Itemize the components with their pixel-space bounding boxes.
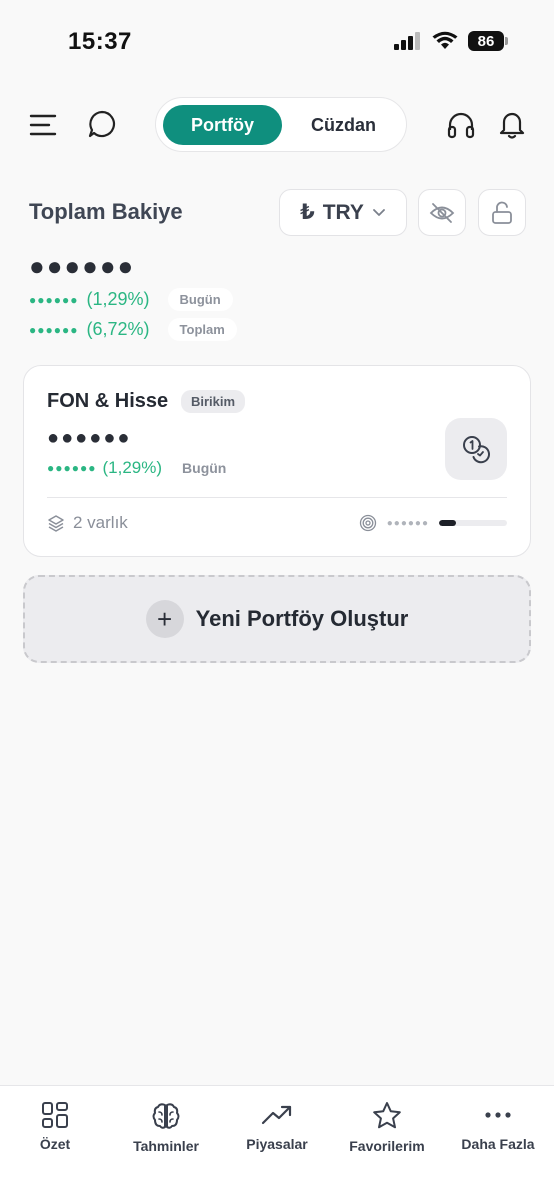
tab-label: Özet	[39, 1136, 71, 1152]
plus-icon: +	[145, 600, 184, 638]
chevron-down-icon	[373, 208, 385, 216]
change-masked-amount: ●●●●●●	[29, 322, 79, 337]
layers-icon	[48, 515, 64, 532]
change-percent: (1,29%)	[102, 458, 163, 477]
coins-icon	[463, 436, 490, 464]
tab-predictions[interactable]: Tahminler	[111, 1100, 221, 1154]
asset-count-label: 2 varlık	[73, 513, 128, 532]
tab-label: Tahminler	[133, 1138, 199, 1154]
tab-label: Piyasalar	[246, 1136, 308, 1152]
goal-progress-fill	[439, 520, 456, 526]
unlock-icon	[492, 201, 512, 224]
battery-indicator: 86	[468, 31, 508, 51]
tab-label: Daha Fazla	[461, 1136, 535, 1152]
portfolio-coins-button[interactable]	[445, 418, 507, 480]
portfolio-wallet-toggle: Portföy Cüzdan	[155, 97, 407, 152]
card-divider	[47, 497, 507, 498]
period-badge: Toplam	[167, 318, 237, 341]
tab-favorites[interactable]: Favorilerim	[332, 1100, 442, 1154]
asset-count: 2 varlık	[47, 513, 128, 533]
battery-level: 86	[468, 31, 504, 51]
brain-icon	[152, 1103, 180, 1129]
headphones-icon	[447, 112, 475, 139]
grid-icon	[42, 1102, 68, 1128]
status-icons: 86	[394, 31, 508, 51]
period-label: Bugün	[182, 460, 227, 476]
change-masked-amount: ●●●●●●	[47, 461, 97, 475]
more-icon	[485, 1112, 511, 1118]
create-portfolio-label: Yeni Portföy Oluştur	[195, 606, 409, 631]
change-percent: (1,29%)	[86, 289, 150, 309]
star-icon	[373, 1102, 401, 1129]
trending-up-icon	[261, 1105, 292, 1125]
notifications-button[interactable]	[496, 108, 528, 140]
bell-icon	[499, 112, 525, 139]
top-header: Portföy Cüzdan	[0, 97, 554, 153]
hide-balance-button[interactable]	[418, 189, 466, 236]
balance-change-total: ●●●●●● (6,72%) Toplam	[29, 318, 237, 341]
change-masked-amount: ●●●●●●	[29, 292, 79, 307]
support-button[interactable]	[445, 109, 477, 141]
portfolio-change: ●●●●●● (1,29%) Bugün	[47, 458, 226, 478]
chat-button[interactable]	[86, 108, 118, 140]
balance-masked-value: ●●●●●●	[29, 251, 136, 281]
status-bar: 15:37 86	[0, 0, 554, 84]
change-percent: (6,72%)	[86, 319, 150, 339]
portfolio-card[interactable]: FON & Hisse Birikim ●●●●●● ●●●●●● (1,29%…	[23, 365, 531, 557]
currency-label: TRY	[322, 200, 364, 224]
tab-summary[interactable]: Özet	[0, 1100, 110, 1152]
chat-bubble-icon	[88, 110, 116, 138]
tab-wallet[interactable]: Cüzdan	[286, 105, 401, 145]
portfolio-title: FON & Hisse	[47, 390, 169, 412]
tab-more[interactable]: Daha Fazla	[443, 1100, 553, 1152]
target-icon	[359, 514, 376, 532]
hamburger-menu-icon	[29, 114, 57, 136]
wifi-icon	[432, 31, 458, 49]
currency-selector[interactable]: ₺ TRY	[279, 189, 407, 236]
tab-label: Favorilerim	[349, 1138, 425, 1154]
goal-progress-bar	[439, 520, 507, 526]
eye-off-icon	[429, 202, 455, 223]
tab-portfolio[interactable]: Portföy	[163, 105, 282, 145]
tab-markets[interactable]: Piyasalar	[222, 1100, 332, 1152]
balance-title: Toplam Bakiye	[29, 199, 183, 224]
goal-progress: ●●●●●●	[359, 514, 507, 532]
create-portfolio-button[interactable]: + Yeni Portföy Oluştur	[23, 575, 531, 663]
balance-change-today: ●●●●●● (1,29%) Bugün	[29, 288, 233, 311]
portfolio-masked-value: ●●●●●●	[47, 427, 132, 449]
status-time: 15:37	[68, 28, 132, 55]
lira-icon: ₺	[300, 201, 315, 224]
portfolio-tag: Birikim	[181, 390, 246, 413]
goal-masked-amount: ●●●●●●	[386, 517, 429, 529]
period-badge: Bugün	[167, 288, 233, 311]
lock-button[interactable]	[478, 189, 526, 236]
cellular-signal-icon	[394, 32, 420, 50]
menu-button[interactable]	[27, 109, 59, 141]
bottom-tab-bar: Özet Tahminler Piyasalar Favorilerim Dah…	[0, 1085, 554, 1200]
